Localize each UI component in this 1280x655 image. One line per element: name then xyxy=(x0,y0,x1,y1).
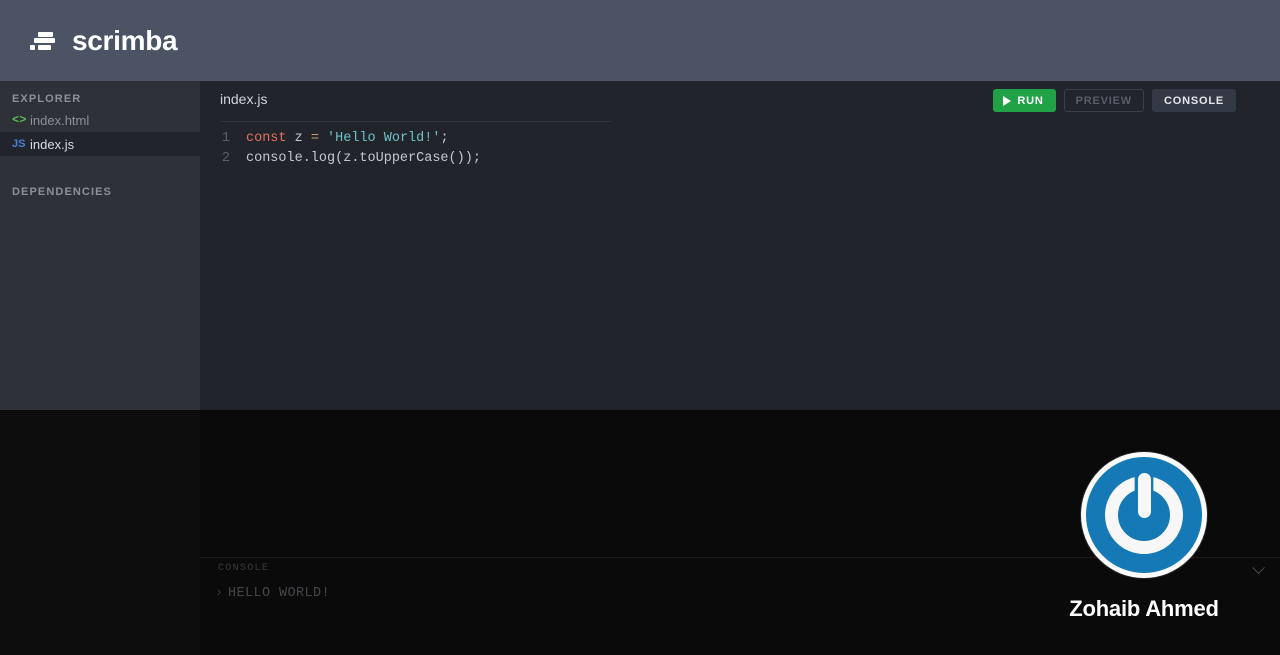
sidebar-item-index-html[interactable]: <> index.html xyxy=(0,108,200,132)
run-label: RUN xyxy=(1017,94,1044,107)
editor-action-buttons: RUN PREVIEW CONSOLE xyxy=(993,89,1236,112)
code-line: 1 const z = 'Hello World!'; xyxy=(200,129,1280,149)
code-line-text: const z = 'Hello World!'; xyxy=(246,129,449,149)
code-editor-pane: index.js RUN PREVIEW CONSOLE 1 const z = … xyxy=(200,81,1280,410)
code-line: 2 console.log(z.toUpperCase()); xyxy=(200,149,1280,169)
scrimba-app: scrimba EXPLORER <> index.html JS index.… xyxy=(0,0,1280,655)
file-explorer-sidebar: EXPLORER <> index.html JS index.js DEPEN… xyxy=(0,81,200,410)
console-title: CONSOLE xyxy=(218,563,270,574)
code-token: z xyxy=(286,131,311,146)
user-overlay: Zohaib Ahmed xyxy=(1058,452,1230,622)
preview-button[interactable]: PREVIEW xyxy=(1063,89,1144,112)
tab-index-js[interactable]: index.js xyxy=(220,91,267,107)
tab-underline xyxy=(220,121,612,122)
run-button[interactable]: RUN xyxy=(993,89,1056,112)
code-token: ; xyxy=(440,131,449,146)
html-angle-brackets-icon: <> xyxy=(12,113,27,127)
code-token: = xyxy=(310,131,319,146)
chevron-down-icon[interactable] xyxy=(1248,560,1268,579)
scrimba-brand[interactable]: scrimba xyxy=(30,24,178,57)
js-badge-icon: JS xyxy=(12,138,26,150)
console-output-text: HELLO WORLD! xyxy=(228,586,331,601)
play-triangle-icon xyxy=(1003,95,1012,106)
line-number: 1 xyxy=(221,131,230,146)
scrimba-motion-lines-icon xyxy=(30,31,62,51)
explorer-heading: EXPLORER xyxy=(12,93,82,105)
dependencies-heading: DEPENDENCIES xyxy=(12,186,112,198)
sidebar-item-index-js[interactable]: JS index.js xyxy=(0,132,200,156)
code-token: 'Hello World!' xyxy=(327,131,441,146)
code-content[interactable]: 1 const z = 'Hello World!'; 2 console.log(z… xyxy=(200,129,1280,169)
user-name: Zohaib Ahmed xyxy=(1069,596,1219,621)
power-spiral-avatar-icon xyxy=(1105,473,1183,554)
file-label: index.html xyxy=(30,112,90,128)
line-number: 2 xyxy=(221,151,230,166)
code-token: console.log(z.toUpperCase()); xyxy=(246,151,481,166)
code-token: const xyxy=(246,131,287,146)
console-caret-icon: › xyxy=(214,586,224,601)
code-line-text: console.log(z.toUpperCase()); xyxy=(246,149,481,169)
console-button[interactable]: CONSOLE xyxy=(1152,89,1236,112)
avatar xyxy=(1081,452,1207,578)
editor-toolbar: index.js RUN PREVIEW CONSOLE xyxy=(200,81,1280,122)
console-output-line: › HELLO WORLD! xyxy=(210,586,330,601)
app-header: scrimba xyxy=(0,0,1280,81)
brand-name: scrimba xyxy=(72,24,178,56)
lower-sidebar-dim xyxy=(0,410,200,655)
file-label: index.js xyxy=(30,136,75,152)
